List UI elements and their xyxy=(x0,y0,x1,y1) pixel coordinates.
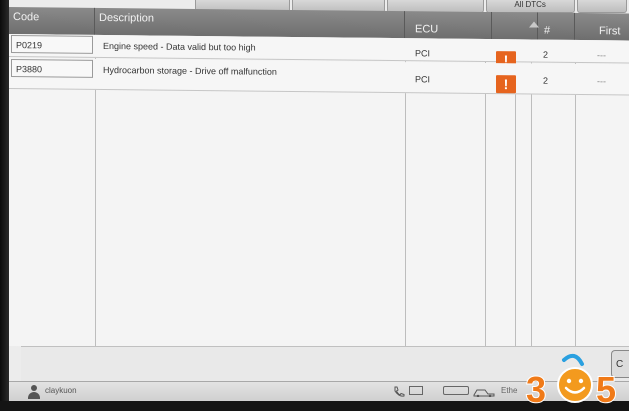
dtc-first: --- xyxy=(597,50,606,61)
table-row[interactable]: P3880 Hydrocarbon storage - Drive off ma… xyxy=(9,58,629,96)
user-icon xyxy=(28,385,40,399)
vehicle-connection-icon xyxy=(473,389,495,397)
dtc-code: P0219 xyxy=(11,35,93,54)
tab-all-dtcs[interactable]: All DTCs xyxy=(485,0,575,13)
dtc-ecu: PCI xyxy=(415,74,431,85)
dtc-ecu: PCI xyxy=(415,48,431,59)
screen-bezel xyxy=(0,0,9,411)
watermark-logo: 3 5 xyxy=(525,353,617,411)
smiley-icon xyxy=(557,367,593,403)
dtc-count: 2 xyxy=(543,49,549,60)
monitor-icon xyxy=(409,386,423,395)
tray-label: Ethe xyxy=(501,386,518,395)
warning-icon: ! xyxy=(496,75,516,94)
dtc-first: --- xyxy=(597,76,606,87)
dtc-description: Hydrocarbon storage - Drive off malfunct… xyxy=(103,64,277,77)
header-ecu[interactable]: ECU xyxy=(405,11,492,40)
battery-icon xyxy=(443,386,469,395)
watermark-digit-right: 5 xyxy=(596,369,616,410)
dtc-table: P0219 Engine speed - Data valid but too … xyxy=(9,34,629,353)
header-code[interactable]: Code xyxy=(9,7,95,35)
dtc-description: Engine speed - Data valid but too high xyxy=(103,40,256,53)
dtc-count: 2 xyxy=(543,75,549,86)
username: claykuon xyxy=(45,386,77,395)
dtc-code: P3880 xyxy=(11,59,93,78)
phone-icon xyxy=(394,386,405,397)
watermark-digit-left: 3 xyxy=(526,369,546,410)
header-description[interactable]: Description xyxy=(95,7,405,39)
header-count[interactable]: # xyxy=(538,12,575,40)
header-first[interactable]: First xyxy=(575,13,629,41)
tab-5[interactable] xyxy=(576,0,627,13)
